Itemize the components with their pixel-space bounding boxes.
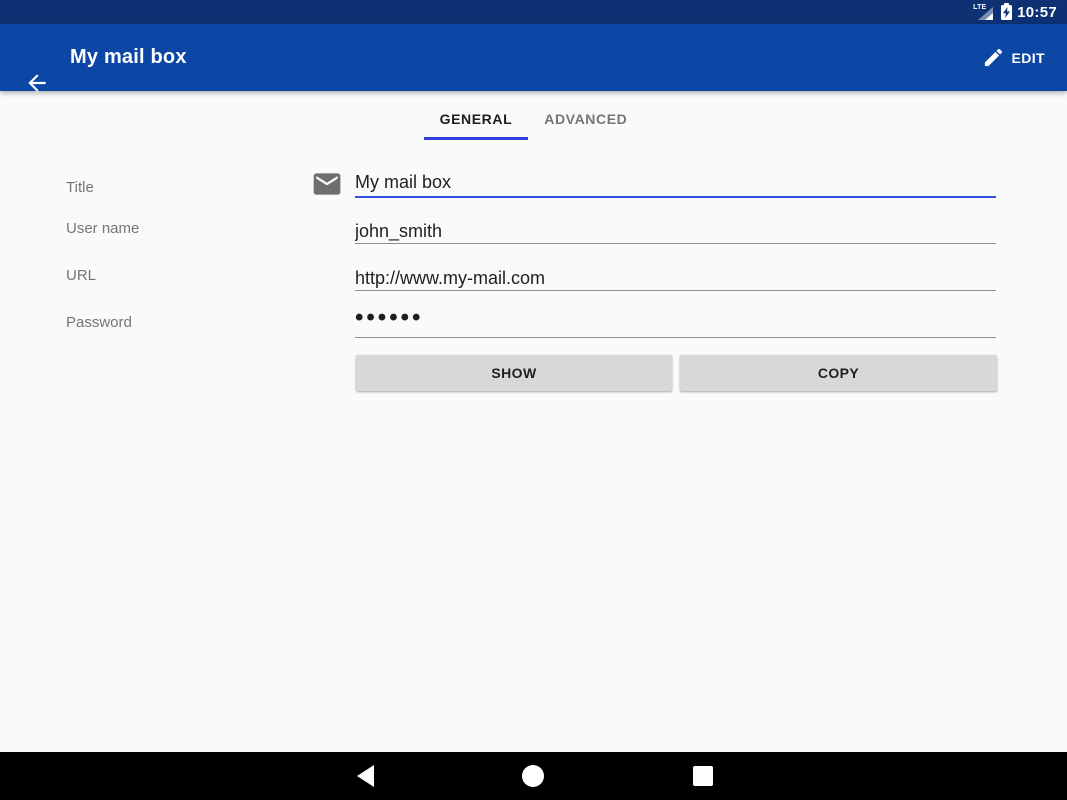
password-field[interactable]: •••••• (355, 306, 996, 330)
pencil-icon (982, 46, 1005, 69)
username-label: User name (66, 221, 139, 237)
edit-button[interactable]: EDIT (982, 24, 1046, 91)
nav-back-icon[interactable] (357, 765, 374, 787)
lightning-bolt-icon (1003, 7, 1010, 18)
title-label: Title (66, 180, 94, 196)
tab-advanced[interactable]: ADVANCED (528, 95, 643, 142)
status-time: 10:57 (1017, 4, 1057, 21)
tab-general-label: GENERAL (440, 111, 513, 127)
tab-bar: GENERAL ADVANCED (0, 95, 1067, 142)
arrow-back-icon[interactable] (24, 70, 50, 96)
show-button[interactable]: SHOW (356, 355, 672, 391)
password-label: Password (66, 315, 132, 331)
tab-advanced-label: ADVANCED (544, 111, 627, 127)
content-area: GENERAL ADVANCED Title My mail box User … (0, 91, 1067, 752)
nav-recents-icon[interactable] (693, 766, 713, 786)
battery-charging-icon (1001, 5, 1012, 20)
signal-triangle-bright (985, 13, 993, 20)
username-field[interactable]: john_smith (355, 219, 996, 243)
edit-button-label: EDIT (1012, 50, 1046, 66)
url-field-underline (355, 290, 996, 291)
email-icon (310, 168, 344, 205)
status-bar: LTE 10:57 (0, 0, 1067, 24)
tab-indicator (424, 137, 529, 140)
password-field-underline (355, 337, 996, 338)
title-field-underline (355, 196, 996, 198)
lte-signal-icon: LTE (973, 3, 993, 21)
page-title: My mail box (70, 24, 187, 91)
username-field-underline (355, 243, 996, 244)
url-label: URL (66, 268, 96, 284)
nav-home-icon[interactable] (522, 765, 544, 787)
tab-general[interactable]: GENERAL (424, 95, 529, 142)
screen: LTE 10:57 My mail box EDIT (0, 0, 1067, 800)
app-bar: My mail box EDIT (0, 24, 1067, 91)
url-field[interactable]: http://www.my-mail.com (355, 266, 996, 290)
title-field[interactable]: My mail box (355, 170, 996, 194)
copy-button[interactable]: COPY (680, 355, 997, 391)
android-nav-bar (0, 752, 1067, 800)
